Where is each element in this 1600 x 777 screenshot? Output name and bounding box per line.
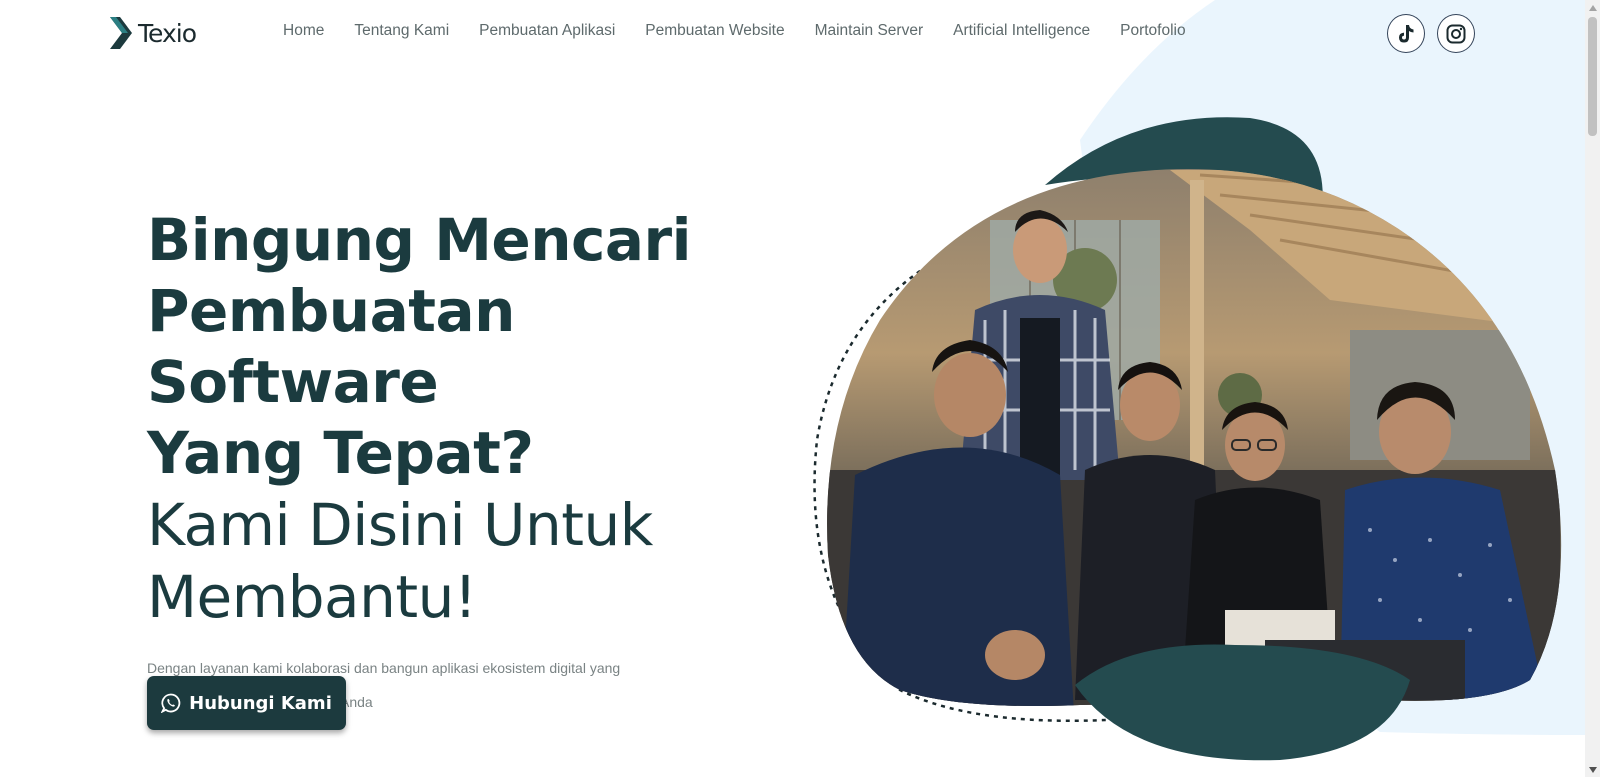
nav-item-portofolio[interactable]: Portofolio [1120,22,1185,40]
instagram-icon [1446,24,1466,43]
whatsapp-icon [161,693,181,713]
teal-blob-bottom [1075,644,1410,761]
main-nav: Home Tentang Kami Pembuatan Aplikasi Pem… [283,22,1186,40]
hero-headline-line-3: Yang Tepat? [147,419,534,487]
team-photo [827,169,1562,707]
nav-item-tentang-kami[interactable]: Tentang Kami [354,22,449,40]
hero-headline-line-1: Bingung Mencari [147,206,692,274]
brand-name: Texio [138,18,197,48]
nav-item-pembuatan-aplikasi[interactable]: Pembuatan Aplikasi [479,22,615,40]
nav-item-artificial-intelligence[interactable]: Artificial Intelligence [953,22,1090,40]
tiktok-icon [1399,24,1414,42]
logo-mark-icon [110,17,132,49]
hero-subheadline-line-2: Membantu! [147,563,477,631]
scroll-up-arrow-icon[interactable] [1585,0,1600,15]
hubungi-kami-label: Hubungi Kami [189,692,332,714]
hero-subheadline-line-1: Kami Disini Untuk [147,491,653,559]
brand-logo[interactable]: Texio [110,16,197,50]
hero-section: Bingung Mencari Pembuatan Software Yang … [147,205,787,719]
site-header: Texio Home Tentang Kami Pembuatan Aplika… [0,0,1585,68]
page-scrollbar[interactable] [1585,0,1600,777]
nav-item-maintain-server[interactable]: Maintain Server [815,22,924,40]
hero-headline-line-2: Pembuatan Software [147,277,515,416]
tiktok-button[interactable] [1387,14,1425,53]
nav-item-pembuatan-website[interactable]: Pembuatan Website [645,22,784,40]
scrollbar-thumb[interactable] [1588,17,1597,136]
instagram-button[interactable] [1437,14,1475,53]
scroll-down-arrow-icon[interactable] [1585,762,1600,777]
nav-item-home[interactable]: Home [283,22,324,40]
hubungi-kami-button[interactable]: Hubungi Kami [147,676,346,730]
